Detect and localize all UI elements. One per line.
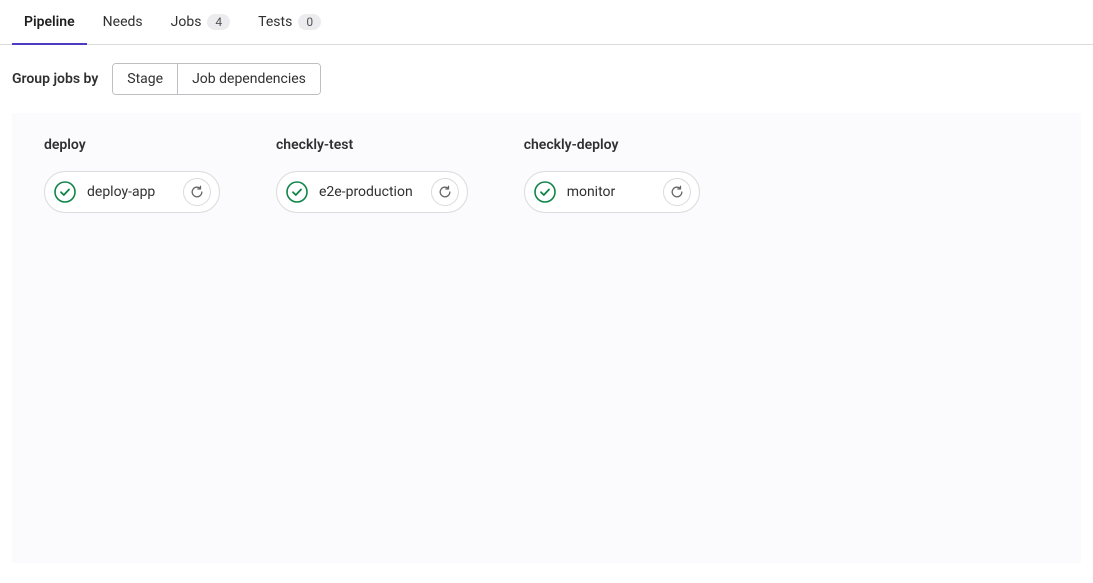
job-deploy-app-label: deploy-app (87, 184, 173, 200)
success-icon (53, 180, 77, 204)
group-by-stage-button[interactable]: Stage (113, 64, 177, 94)
retry-button[interactable] (431, 178, 459, 206)
tab-needs[interactable]: Needs (91, 0, 155, 44)
group-by-toggle: Stage Job dependencies (112, 63, 321, 95)
job-e2e-production[interactable]: e2e-production (276, 171, 468, 213)
tab-pipeline[interactable]: Pipeline (12, 0, 87, 44)
job-monitor-label: monitor (567, 184, 653, 200)
tab-jobs[interactable]: Jobs 4 (159, 0, 243, 44)
tab-tests[interactable]: Tests 0 (246, 0, 333, 44)
success-icon (533, 180, 557, 204)
stage-checkly-deploy-name: checkly-deploy (524, 137, 700, 153)
job-e2e-production-label: e2e-production (319, 184, 421, 200)
group-by-label: Group jobs by (12, 71, 98, 87)
retry-button[interactable] (663, 178, 691, 206)
stage-deploy-name: deploy (44, 137, 220, 153)
tab-needs-label: Needs (103, 14, 143, 30)
stage-checkly-deploy: checkly-deploy monitor (524, 137, 700, 213)
tabs: Pipeline Needs Jobs 4 Tests 0 (0, 0, 1093, 45)
stages-row: deploy deploy-app checkly-tes (44, 137, 1049, 213)
job-monitor[interactable]: monitor (524, 171, 700, 213)
pipeline-canvas: deploy deploy-app checkly-tes (12, 113, 1081, 563)
retry-icon (438, 185, 452, 199)
group-by-bar: Group jobs by Stage Job dependencies (0, 45, 1093, 113)
retry-icon (670, 185, 684, 199)
stage-deploy: deploy deploy-app (44, 137, 220, 213)
job-deploy-app[interactable]: deploy-app (44, 171, 220, 213)
retry-icon (190, 185, 204, 199)
tab-tests-label: Tests (258, 14, 292, 30)
stage-checkly-test-name: checkly-test (276, 137, 468, 153)
tab-jobs-badge: 4 (207, 14, 230, 30)
stage-checkly-test: checkly-test e2e-production (276, 137, 468, 213)
tab-tests-badge: 0 (298, 14, 321, 30)
tab-pipeline-label: Pipeline (24, 14, 75, 30)
group-by-job-deps-button[interactable]: Job dependencies (177, 64, 320, 94)
tab-jobs-label: Jobs (171, 14, 202, 30)
retry-button[interactable] (183, 178, 211, 206)
success-icon (285, 180, 309, 204)
